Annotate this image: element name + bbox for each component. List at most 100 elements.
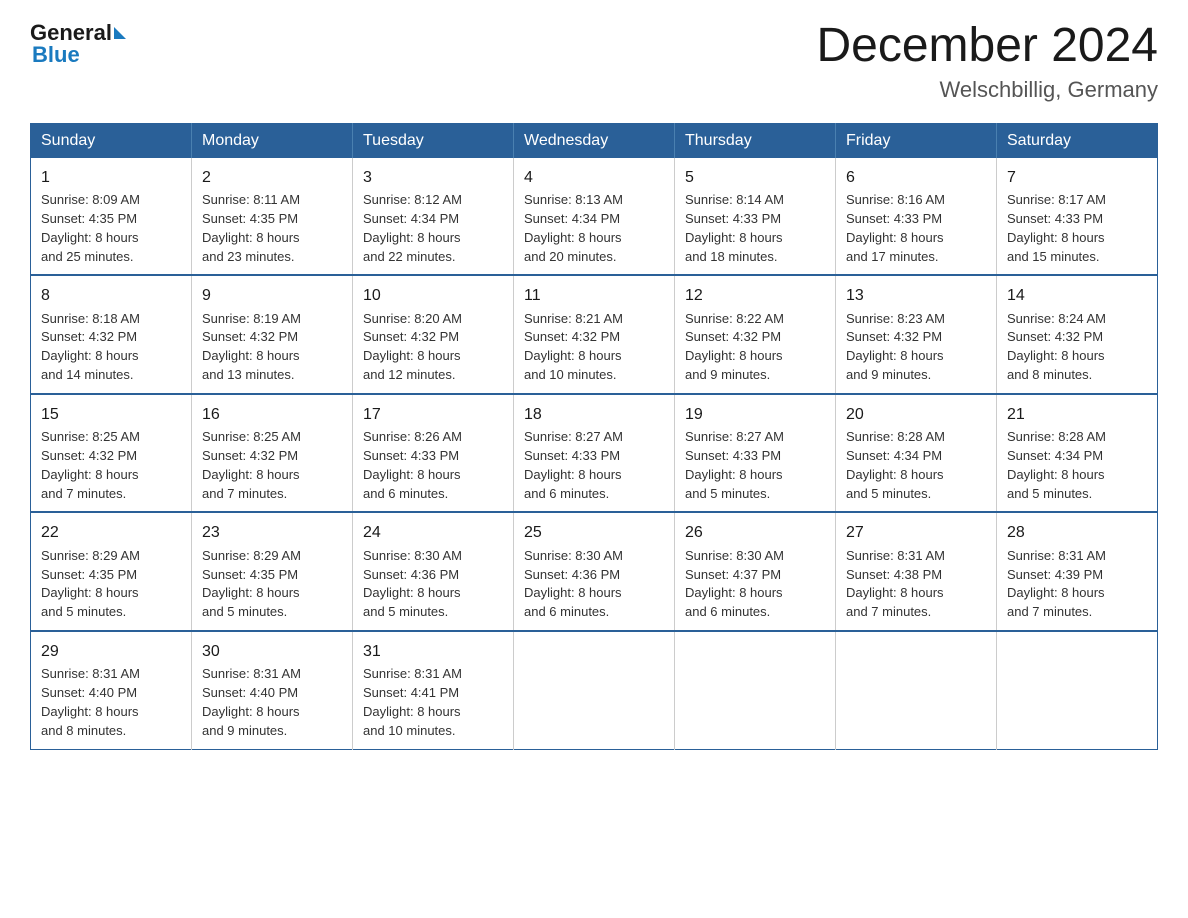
calendar-cell: 28Sunrise: 8:31 AMSunset: 4:39 PMDayligh… — [997, 512, 1158, 631]
calendar-cell: 27Sunrise: 8:31 AMSunset: 4:38 PMDayligh… — [836, 512, 997, 631]
column-header-thursday: Thursday — [675, 123, 836, 158]
calendar-title: December 2024 — [816, 20, 1158, 73]
day-info: Sunrise: 8:29 AMSunset: 4:35 PMDaylight:… — [41, 548, 140, 620]
day-number: 13 — [846, 284, 986, 307]
calendar-cell: 16 Sunrise: 8:25 AMSunset: 4:32 PMDayligh… — [192, 394, 353, 513]
day-number: 6 — [846, 166, 986, 189]
calendar-cell — [836, 631, 997, 749]
calendar-cell: 10 Sunrise: 8:20 AMSunset: 4:32 PMDayligh… — [353, 275, 514, 394]
calendar-cell: 17 Sunrise: 8:26 AMSunset: 4:33 PMDayligh… — [353, 394, 514, 513]
day-number: 14 — [1007, 284, 1147, 307]
calendar-cell: 31 Sunrise: 8:31 AMSunset: 4:41 PMDayligh… — [353, 631, 514, 749]
day-info: Sunrise: 8:26 AMSunset: 4:33 PMDaylight:… — [363, 429, 462, 501]
day-info: Sunrise: 8:21 AMSunset: 4:32 PMDaylight:… — [524, 311, 623, 383]
column-header-wednesday: Wednesday — [514, 123, 675, 158]
calendar-cell: 8 Sunrise: 8:18 AMSunset: 4:32 PMDaylight… — [31, 275, 192, 394]
day-info: Sunrise: 8:30 AMSunset: 4:36 PMDaylight:… — [363, 548, 462, 620]
day-info: Sunrise: 8:17 AMSunset: 4:33 PMDaylight:… — [1007, 192, 1106, 264]
logo-blue-text: Blue — [32, 42, 80, 67]
calendar-cell: 1 Sunrise: 8:09 AMSunset: 4:35 PMDaylight… — [31, 158, 192, 276]
day-number: 25 — [524, 521, 664, 544]
calendar-cell — [997, 631, 1158, 749]
day-info: Sunrise: 8:27 AMSunset: 4:33 PMDaylight:… — [524, 429, 623, 501]
day-number: 5 — [685, 166, 825, 189]
page-header: General Blue December 2024 Welschbillig,… — [30, 20, 1158, 103]
day-info: Sunrise: 8:31 AMSunset: 4:39 PMDaylight:… — [1007, 548, 1106, 620]
day-number: 24 — [363, 521, 503, 544]
day-number: 16 — [202, 403, 342, 426]
calendar-cell — [675, 631, 836, 749]
day-info: Sunrise: 8:30 AMSunset: 4:36 PMDaylight:… — [524, 548, 623, 620]
day-info: Sunrise: 8:29 AMSunset: 4:35 PMDaylight:… — [202, 548, 301, 620]
day-number: 7 — [1007, 166, 1147, 189]
day-number: 22 — [41, 521, 181, 544]
column-header-sunday: Sunday — [31, 123, 192, 158]
day-number: 21 — [1007, 403, 1147, 426]
calendar-cell: 26Sunrise: 8:30 AMSunset: 4:37 PMDayligh… — [675, 512, 836, 631]
day-number: 17 — [363, 403, 503, 426]
day-number: 15 — [41, 403, 181, 426]
day-info: Sunrise: 8:22 AMSunset: 4:32 PMDaylight:… — [685, 311, 784, 383]
logo: General Blue — [30, 20, 128, 68]
calendar-cell: 13 Sunrise: 8:23 AMSunset: 4:32 PMDayligh… — [836, 275, 997, 394]
calendar-week-2: 8 Sunrise: 8:18 AMSunset: 4:32 PMDaylight… — [31, 275, 1158, 394]
day-info: Sunrise: 8:25 AMSunset: 4:32 PMDaylight:… — [202, 429, 301, 501]
day-number: 8 — [41, 284, 181, 307]
day-info: Sunrise: 8:14 AMSunset: 4:33 PMDaylight:… — [685, 192, 784, 264]
day-number: 3 — [363, 166, 503, 189]
calendar-cell: 7 Sunrise: 8:17 AMSunset: 4:33 PMDaylight… — [997, 158, 1158, 276]
day-info: Sunrise: 8:27 AMSunset: 4:33 PMDaylight:… — [685, 429, 784, 501]
day-number: 23 — [202, 521, 342, 544]
calendar-cell: 25 Sunrise: 8:30 AMSunset: 4:36 PMDayligh… — [514, 512, 675, 631]
column-header-monday: Monday — [192, 123, 353, 158]
day-number: 1 — [41, 166, 181, 189]
day-info: Sunrise: 8:28 AMSunset: 4:34 PMDaylight:… — [1007, 429, 1106, 501]
day-number: 2 — [202, 166, 342, 189]
column-header-tuesday: Tuesday — [353, 123, 514, 158]
calendar-cell: 18Sunrise: 8:27 AMSunset: 4:33 PMDayligh… — [514, 394, 675, 513]
day-info: Sunrise: 8:24 AMSunset: 4:32 PMDaylight:… — [1007, 311, 1106, 383]
day-info: Sunrise: 8:13 AMSunset: 4:34 PMDaylight:… — [524, 192, 623, 264]
column-header-friday: Friday — [836, 123, 997, 158]
calendar-cell: 12 Sunrise: 8:22 AMSunset: 4:32 PMDayligh… — [675, 275, 836, 394]
calendar-week-4: 22 Sunrise: 8:29 AMSunset: 4:35 PMDayligh… — [31, 512, 1158, 631]
column-header-saturday: Saturday — [997, 123, 1158, 158]
calendar-cell: 20 Sunrise: 8:28 AMSunset: 4:34 PMDayligh… — [836, 394, 997, 513]
calendar-week-1: 1 Sunrise: 8:09 AMSunset: 4:35 PMDaylight… — [31, 158, 1158, 276]
day-info: Sunrise: 8:23 AMSunset: 4:32 PMDaylight:… — [846, 311, 945, 383]
day-info: Sunrise: 8:09 AMSunset: 4:35 PMDaylight:… — [41, 192, 140, 264]
day-number: 19 — [685, 403, 825, 426]
calendar-cell: 4 Sunrise: 8:13 AMSunset: 4:34 PMDaylight… — [514, 158, 675, 276]
day-info: Sunrise: 8:20 AMSunset: 4:32 PMDaylight:… — [363, 311, 462, 383]
day-info: Sunrise: 8:12 AMSunset: 4:34 PMDaylight:… — [363, 192, 462, 264]
calendar-table: SundayMondayTuesdayWednesdayThursdayFrid… — [30, 123, 1158, 750]
calendar-cell: 6 Sunrise: 8:16 AMSunset: 4:33 PMDaylight… — [836, 158, 997, 276]
calendar-cell: 29Sunrise: 8:31 AMSunset: 4:40 PMDayligh… — [31, 631, 192, 749]
day-number: 31 — [363, 640, 503, 663]
logo-triangle-icon — [114, 27, 126, 39]
day-info: Sunrise: 8:28 AMSunset: 4:34 PMDaylight:… — [846, 429, 945, 501]
day-number: 10 — [363, 284, 503, 307]
calendar-body: 1 Sunrise: 8:09 AMSunset: 4:35 PMDaylight… — [31, 158, 1158, 749]
day-info: Sunrise: 8:16 AMSunset: 4:33 PMDaylight:… — [846, 192, 945, 264]
calendar-cell: 19 Sunrise: 8:27 AMSunset: 4:33 PMDayligh… — [675, 394, 836, 513]
day-info: Sunrise: 8:18 AMSunset: 4:32 PMDaylight:… — [41, 311, 140, 383]
day-number: 11 — [524, 284, 664, 307]
day-number: 12 — [685, 284, 825, 307]
calendar-cell: 22 Sunrise: 8:29 AMSunset: 4:35 PMDayligh… — [31, 512, 192, 631]
calendar-week-3: 15 Sunrise: 8:25 AMSunset: 4:32 PMDayligh… — [31, 394, 1158, 513]
calendar-cell: 5 Sunrise: 8:14 AMSunset: 4:33 PMDaylight… — [675, 158, 836, 276]
day-info: Sunrise: 8:31 AMSunset: 4:40 PMDaylight:… — [41, 666, 140, 738]
day-number: 20 — [846, 403, 986, 426]
calendar-cell — [514, 631, 675, 749]
day-info: Sunrise: 8:11 AMSunset: 4:35 PMDaylight:… — [202, 192, 300, 264]
calendar-cell: 15 Sunrise: 8:25 AMSunset: 4:32 PMDayligh… — [31, 394, 192, 513]
day-info: Sunrise: 8:25 AMSunset: 4:32 PMDaylight:… — [41, 429, 140, 501]
calendar-cell: 9Sunrise: 8:19 AMSunset: 4:32 PMDaylight… — [192, 275, 353, 394]
day-info: Sunrise: 8:31 AMSunset: 4:41 PMDaylight:… — [363, 666, 462, 738]
calendar-cell: 14 Sunrise: 8:24 AMSunset: 4:32 PMDayligh… — [997, 275, 1158, 394]
day-number: 4 — [524, 166, 664, 189]
calendar-subtitle: Welschbillig, Germany — [816, 77, 1158, 103]
day-info: Sunrise: 8:31 AMSunset: 4:40 PMDaylight:… — [202, 666, 301, 738]
calendar-cell: 2 Sunrise: 8:11 AMSunset: 4:35 PMDaylight… — [192, 158, 353, 276]
